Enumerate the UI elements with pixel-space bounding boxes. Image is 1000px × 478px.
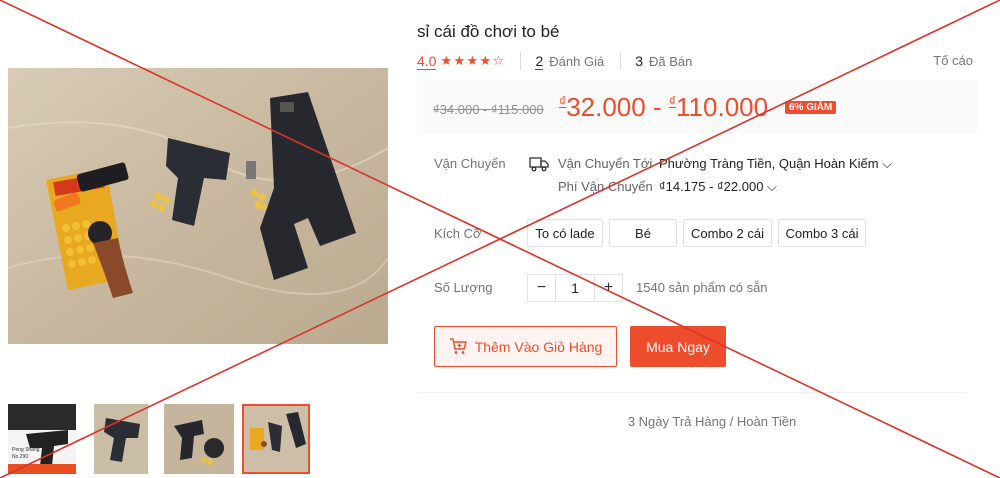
thumbnail-2[interactable]	[94, 404, 148, 474]
star-full-icon: ★	[453, 53, 466, 68]
chevron-down-icon: ⌵	[882, 156, 893, 171]
increase-button[interactable]: +	[595, 275, 622, 301]
thumbnail-strip: Peng Shang No.290	[8, 404, 318, 474]
discount-badge: 6% GIẢM	[785, 101, 837, 114]
thumbnail-1[interactable]: Peng Shang No.290	[8, 404, 76, 474]
product-title: sỉ cái đồ chơi to bé	[417, 22, 560, 41]
product-photo	[8, 68, 388, 344]
star-full-icon: ★	[479, 53, 492, 68]
divider	[620, 52, 622, 70]
ship-to-label: Vận Chuyển Tới	[558, 156, 653, 171]
star-full-icon: ★	[440, 53, 453, 68]
ship-fee-label: Phí Vận Chuyển	[558, 179, 653, 194]
original-price: ₫34.000 - ₫115.000	[433, 102, 544, 117]
sale-price-high: 110.000	[676, 92, 769, 122]
sale-price: ₫32.000 - ₫110.000	[559, 92, 768, 123]
sale-price-low: 32.000	[566, 92, 646, 122]
quantity-stepper: − 1 +	[527, 274, 623, 302]
divider	[520, 52, 522, 70]
thumb-box-text: Peng Shang	[12, 447, 40, 453]
size-option-3[interactable]: Combo 2 cái	[683, 219, 772, 247]
quantity-input[interactable]: 1	[555, 275, 595, 301]
stock-available: 1540 sản phẩm có sẵn	[636, 280, 768, 295]
decrease-button[interactable]: −	[528, 275, 555, 301]
sold-count: 3	[635, 53, 643, 69]
sold-label: Đã Bán	[648, 53, 693, 69]
thumb-model-text: No.290	[12, 454, 28, 460]
ship-destination: Phường Tràng Tiền, Quận Hoàn Kiếm	[659, 156, 879, 171]
ship-fee-select[interactable]: ₫14.175 - ₫22.000 ⌵	[659, 179, 777, 195]
price-section: ₫34.000 - ₫115.000 ₫32.000 - ₫110.000 6%…	[417, 80, 977, 134]
size-label: Kích Cỡ	[434, 226, 482, 241]
thumbnail-3[interactable]	[164, 404, 234, 474]
thumbnail-4[interactable]	[242, 404, 310, 474]
return-policy: 3 Ngày Trả Hàng / Hoàn Tiền	[627, 414, 797, 429]
truck-icon	[529, 157, 549, 172]
rating-row: 4.0 ★ ★ ★ ★ ☆ 2 Đánh Giá 3 Đã Bán	[417, 52, 708, 70]
rating-value[interactable]: 4.0	[417, 53, 437, 70]
star-empty-icon: ☆	[492, 53, 505, 68]
add-to-cart-label: Thêm Vào Giỏ Hàng	[474, 338, 603, 355]
chevron-down-icon: ⌵	[767, 179, 777, 194]
review-count[interactable]: 2	[535, 53, 544, 70]
ship-destination-select[interactable]: Phường Tràng Tiền, Quận Hoàn Kiếm ⌵	[659, 156, 892, 172]
rating-stars: ★ ★ ★ ★ ☆	[440, 53, 505, 68]
review-label: Đánh Giá	[549, 53, 605, 69]
divider	[417, 392, 967, 393]
star-full-icon: ★	[466, 53, 479, 68]
size-option-2[interactable]: Bé	[609, 219, 677, 247]
main-product-image[interactable]	[8, 68, 388, 344]
size-option-1[interactable]: To có lade	[527, 219, 603, 247]
price-separator: -	[645, 92, 669, 122]
quantity-label: Số Lượng	[434, 280, 493, 295]
report-link[interactable]: Tố cáo	[933, 53, 973, 68]
buy-now-button[interactable]: Mua Ngay	[630, 326, 726, 367]
cart-icon	[449, 338, 467, 354]
add-to-cart-button[interactable]: Thêm Vào Giỏ Hàng	[434, 326, 617, 367]
size-option-4[interactable]: Combo 3 cái	[778, 219, 866, 247]
currency-symbol: ₫	[668, 93, 677, 109]
shipping-label: Vận Chuyển	[434, 156, 506, 171]
ship-fee-value: ₫14.175 - ₫22.000	[659, 179, 764, 194]
